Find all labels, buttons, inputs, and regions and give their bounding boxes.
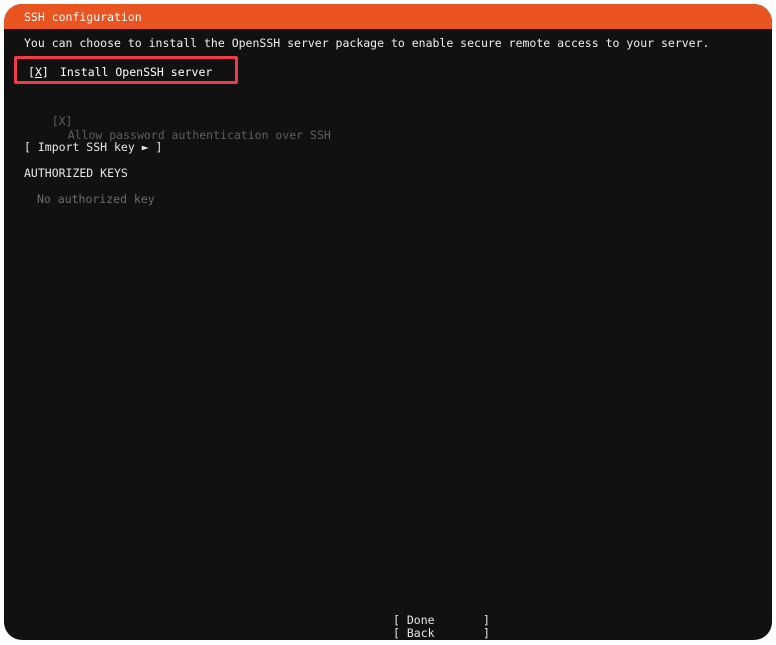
installer-screen: SSH configuration You can choose to inst… xyxy=(4,4,772,640)
authorized-keys-heading: AUTHORIZED KEYS xyxy=(24,166,128,180)
title-bar: SSH configuration xyxy=(4,4,772,29)
ssh-description: You can choose to install the OpenSSH se… xyxy=(24,36,710,50)
no-authorized-key-text: No authorized key xyxy=(37,192,155,206)
install-openssh-option[interactable]: [X] Install OpenSSH server xyxy=(14,56,238,84)
window-title: SSH configuration xyxy=(24,10,142,24)
install-openssh-label: Install OpenSSH server xyxy=(60,65,213,79)
back-button[interactable]: [ Back ] xyxy=(393,626,490,640)
password-auth-checkbox[interactable]: [X] xyxy=(52,114,73,128)
done-button[interactable]: [ Done ] xyxy=(393,613,490,627)
install-openssh-checkbox[interactable]: [X] xyxy=(28,65,49,79)
import-ssh-key-button[interactable]: [ Import SSH key ► ] xyxy=(24,140,162,154)
